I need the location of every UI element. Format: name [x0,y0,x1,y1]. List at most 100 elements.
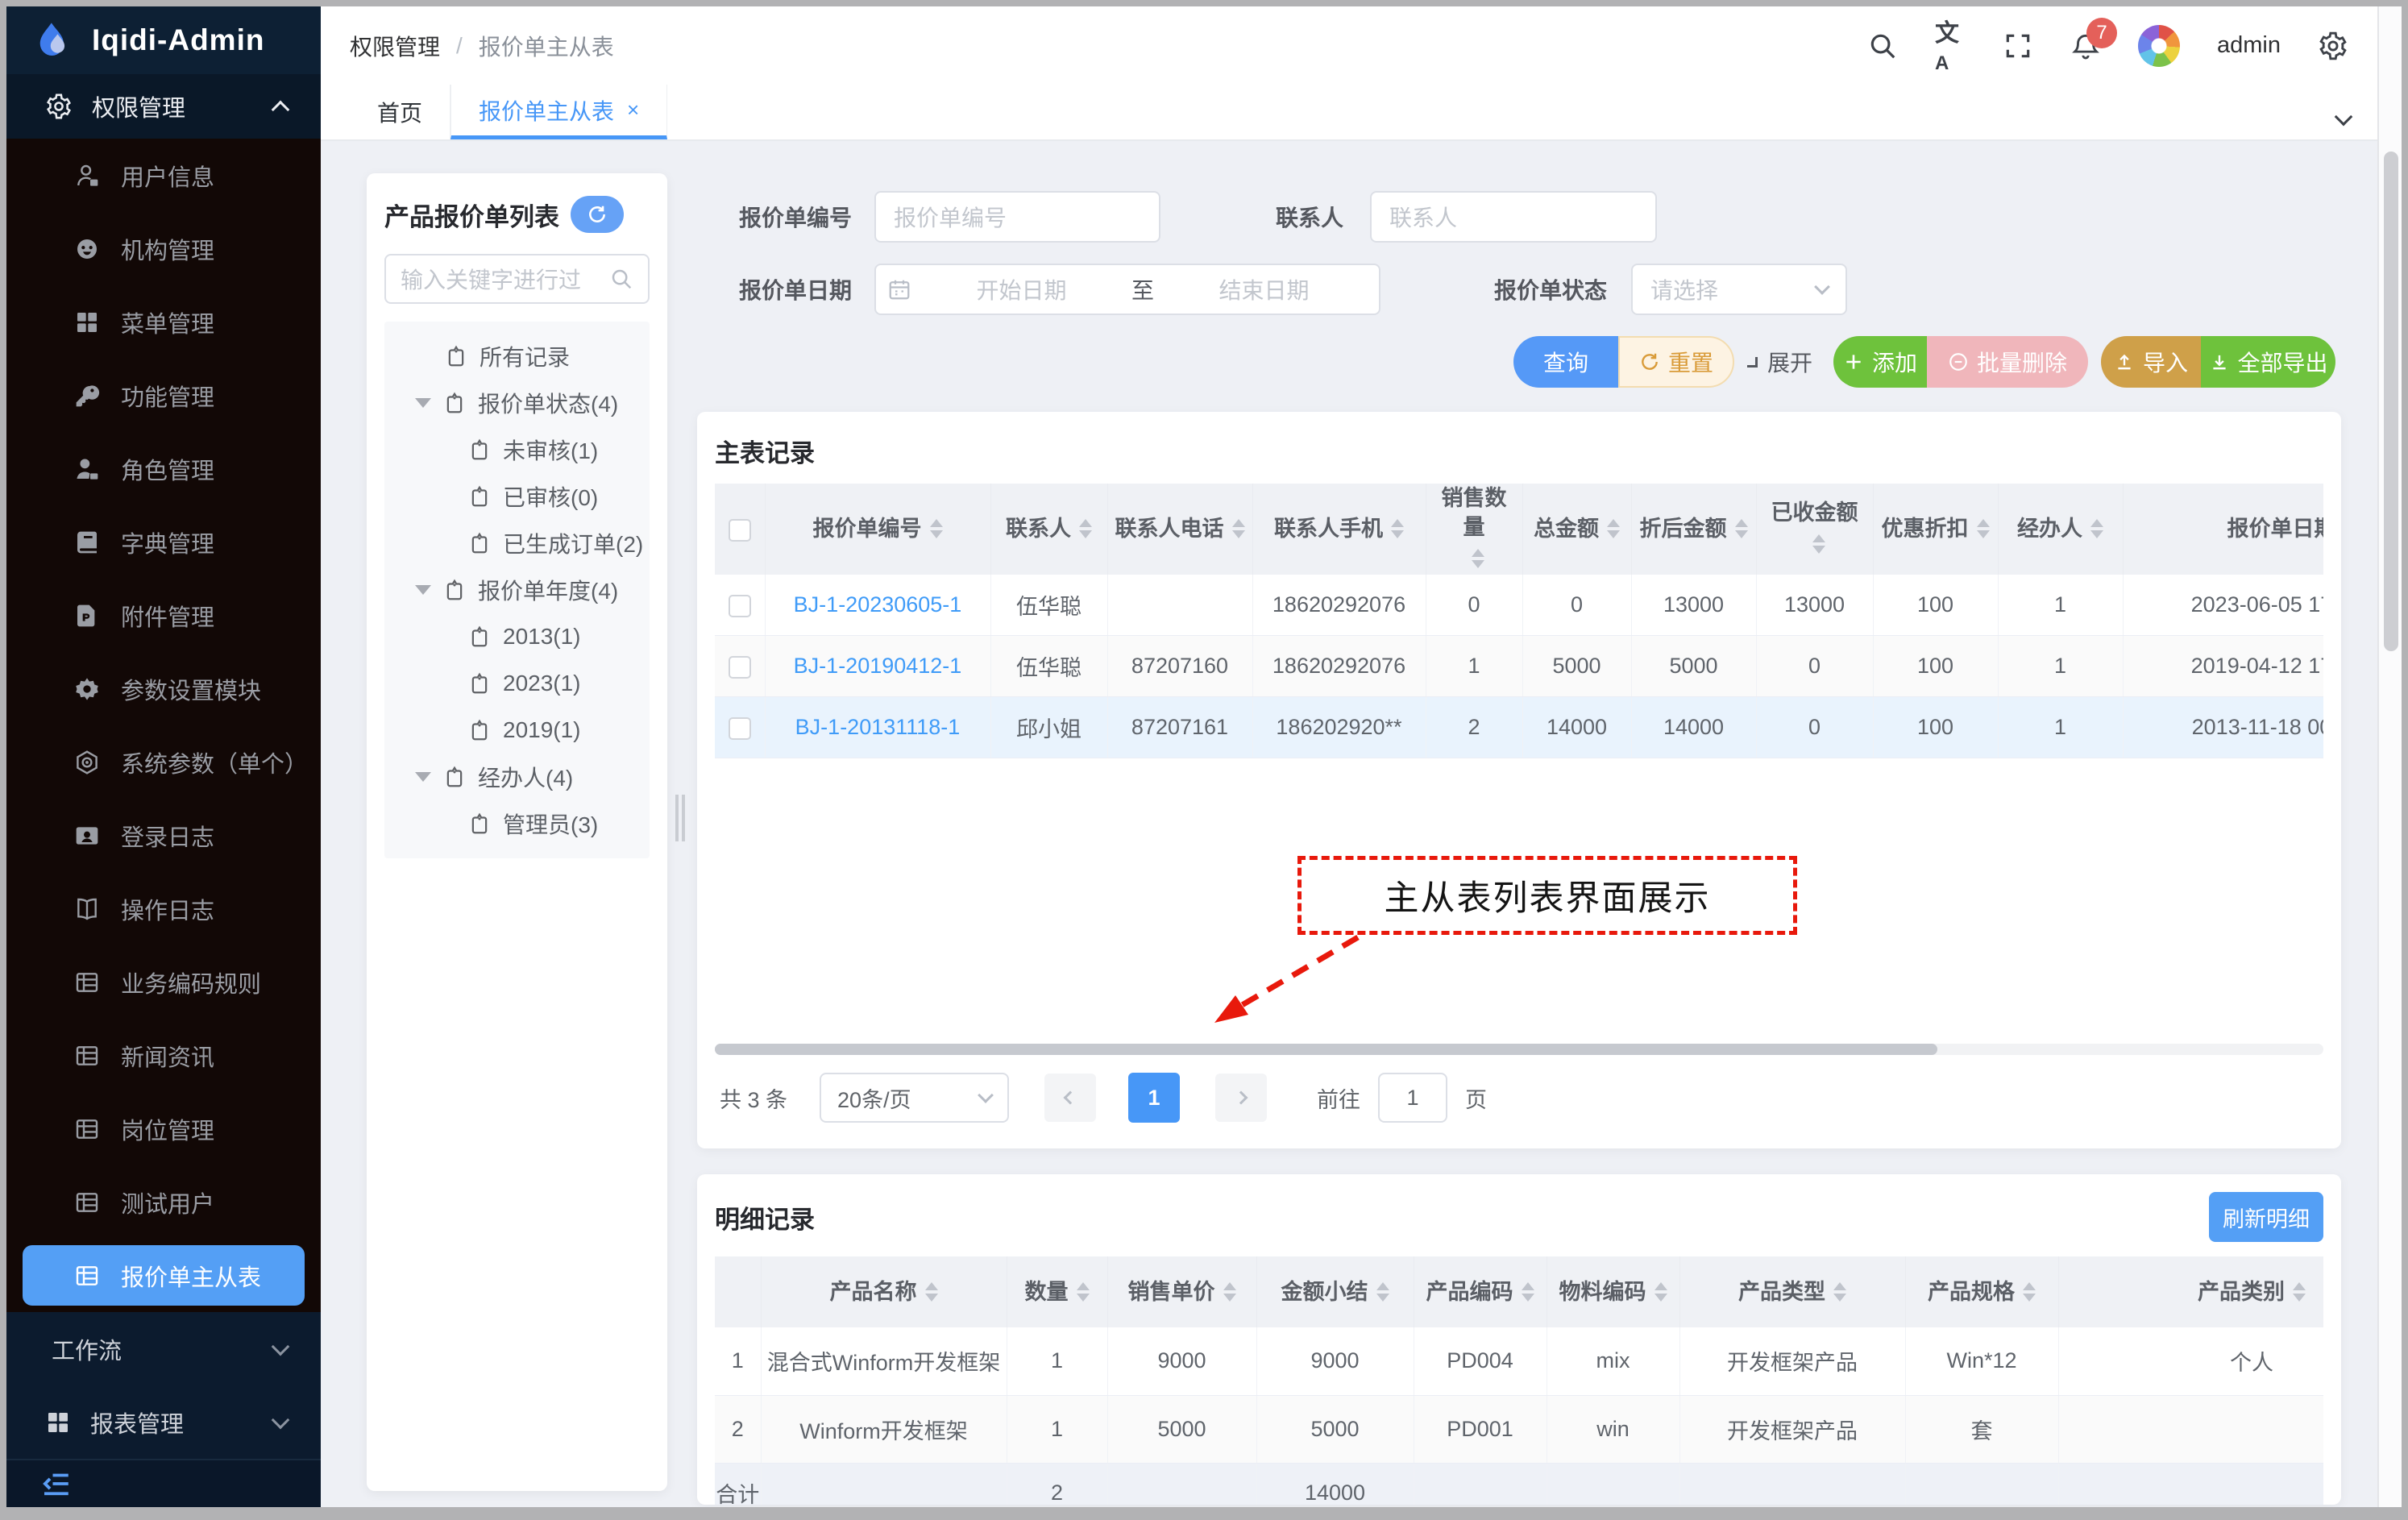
sort-icon[interactable] [1223,1276,1236,1308]
sidebar-item[interactable]: 角色管理 [6,432,321,505]
sort-icon[interactable] [1735,513,1748,545]
sort-icon[interactable] [1977,513,1990,545]
column-header[interactable]: 已收金额 [1756,484,1873,575]
column-header[interactable]: 销售单价 [1107,1256,1256,1327]
query-button[interactable]: 查询 [1513,336,1618,388]
tree-node[interactable]: 2019(1) [384,707,650,754]
goto-page-input[interactable]: 1 [1378,1073,1447,1123]
chevron-down-icon[interactable] [2335,108,2353,127]
notification-bell-icon[interactable]: 7 [2070,31,2101,61]
sort-icon[interactable] [1077,1276,1090,1308]
quote-no-link[interactable]: BJ-1-20190412-1 [765,636,990,697]
refresh-detail-button[interactable]: 刷新明细 [2209,1192,2323,1242]
tree-node[interactable]: 已生成订单(2) [384,520,650,567]
sidebar-item[interactable]: 登录日志 [6,799,321,872]
sidebar-section-permission[interactable]: 权限管理 [6,74,321,139]
breadcrumb-item[interactable]: 权限管理 [350,30,440,62]
tree-node[interactable]: 管理员(3) [384,800,650,847]
panel-splitter[interactable] [675,795,687,841]
sort-icon[interactable] [1391,513,1404,545]
table-row[interactable]: BJ-1-20230605-1伍华聪1862029207600130001300… [715,575,2323,636]
caret-down-icon[interactable] [415,398,431,416]
column-header[interactable]: 产品名称 [761,1256,1007,1327]
sort-icon[interactable] [1472,542,1484,575]
row-checkbox[interactable] [729,717,751,740]
tree-node[interactable]: 报价单年度(4) [384,567,650,613]
translate-icon[interactable]: 文A [1935,31,1966,61]
search-icon[interactable] [1867,31,1898,61]
vertical-scrollbar[interactable] [2377,6,2402,1507]
quote-no-link[interactable]: BJ-1-20131118-1 [765,697,990,758]
tree-node[interactable]: 未审核(1) [384,426,650,473]
prev-page-button[interactable] [1044,1074,1096,1122]
tree-node[interactable]: 2023(1) [384,660,650,707]
sort-icon[interactable] [1607,513,1620,545]
sidebar-item[interactable]: 字典管理 [6,505,321,579]
tree-node[interactable]: 已审核(0) [384,473,650,520]
reset-button[interactable]: 重置 [1618,336,1734,388]
username[interactable]: admin [2217,32,2281,59]
fullscreen-icon[interactable] [2003,31,2033,61]
export-all-button[interactable]: 全部导出 [2201,336,2335,388]
horizontal-scrollbar[interactable] [715,1044,2323,1055]
sidebar-item[interactable]: 菜单管理 [6,285,321,359]
sidebar-collapse-button[interactable] [6,1459,321,1507]
tab-quote-master-detail[interactable]: 报价单主从表 × [450,85,667,139]
caret-down-icon[interactable] [415,585,431,603]
next-page-button[interactable] [1215,1074,1267,1122]
quote-no-link[interactable]: BJ-1-20230605-1 [765,575,990,636]
column-header[interactable]: 联系人手机 [1252,484,1426,575]
table-row[interactable]: 2Winform开发框架150005000PD001win开发框架产品套 [715,1395,2323,1463]
column-header[interactable]: 数量 [1007,1256,1107,1327]
contact-input[interactable]: 联系人 [1370,191,1657,243]
column-header[interactable]: 优惠折扣 [1873,484,1998,575]
column-header[interactable]: 报价单日期 [2123,484,2323,575]
table-row[interactable]: BJ-1-20190412-1伍华聪8720716018620292076150… [715,636,2323,697]
sort-icon[interactable] [1376,1276,1389,1308]
column-header[interactable]: 联系人 [990,484,1107,575]
sort-icon[interactable] [1812,528,1825,560]
sidebar-item-workflow[interactable]: 工作流 [6,1312,321,1385]
page-size-select[interactable]: 20条/页 [820,1073,1009,1123]
sidebar-item[interactable]: 新闻资讯 [6,1019,321,1092]
sort-icon[interactable] [1654,1276,1667,1308]
batch-delete-button[interactable]: 批量删除 [1927,336,2088,388]
sort-icon[interactable] [2023,1276,2036,1308]
column-header[interactable]: 物料编码 [1547,1256,1679,1327]
column-header[interactable]: 报价单编号 [765,484,990,575]
add-button[interactable]: 添加 [1833,336,1927,388]
column-header[interactable]: 金额小结 [1256,1256,1414,1327]
column-header[interactable]: 产品类型 [1679,1256,1905,1327]
import-button[interactable]: 导入 [2101,336,2201,388]
row-checkbox[interactable] [729,656,751,679]
sort-icon[interactable] [930,513,943,545]
sidebar-item-reports[interactable]: 报表管理 [6,1385,321,1459]
sidebar-item[interactable]: 业务编码规则 [6,945,321,1019]
sidebar-item[interactable]: 功能管理 [6,359,321,432]
date-range-input[interactable]: 开始日期 至 结束日期 [874,264,1380,315]
scrollbar-thumb[interactable] [2384,152,2398,651]
column-header[interactable]: 经办人 [1998,484,2123,575]
column-header[interactable]: 产品类别 [2058,1256,2323,1327]
column-header[interactable]: 总金额 [1522,484,1631,575]
tree-search-input[interactable]: 输入关键字进行过 [384,254,650,304]
quote-status-select[interactable]: 请选择 [1631,264,1847,315]
column-header[interactable]: 销售数量 [1426,484,1522,575]
close-icon[interactable]: × [627,98,639,123]
caret-down-icon[interactable] [415,772,431,790]
column-header[interactable]: 产品规格 [1905,1256,2058,1327]
settings-gear-icon[interactable] [2318,31,2348,61]
column-header[interactable]: 产品编码 [1414,1256,1547,1327]
sidebar-item[interactable]: 参数设置模块 [6,652,321,725]
sidebar-item-active[interactable]: 报价单主从表 [23,1245,305,1306]
sidebar-item[interactable]: 系统参数（单个） [6,725,321,799]
column-header[interactable]: 联系人电话 [1107,484,1252,575]
expand-toggle[interactable]: 展开 [1747,346,1812,378]
avatar[interactable] [2138,25,2180,67]
tree-node[interactable]: 报价单状态(4) [384,380,650,426]
sidebar-item[interactable]: 用户信息 [6,139,321,212]
sort-icon[interactable] [2293,1276,2306,1308]
sidebar-item[interactable]: 附件管理 [6,579,321,652]
refresh-tree-button[interactable] [571,196,624,233]
sidebar-item[interactable]: 操作日志 [6,872,321,945]
